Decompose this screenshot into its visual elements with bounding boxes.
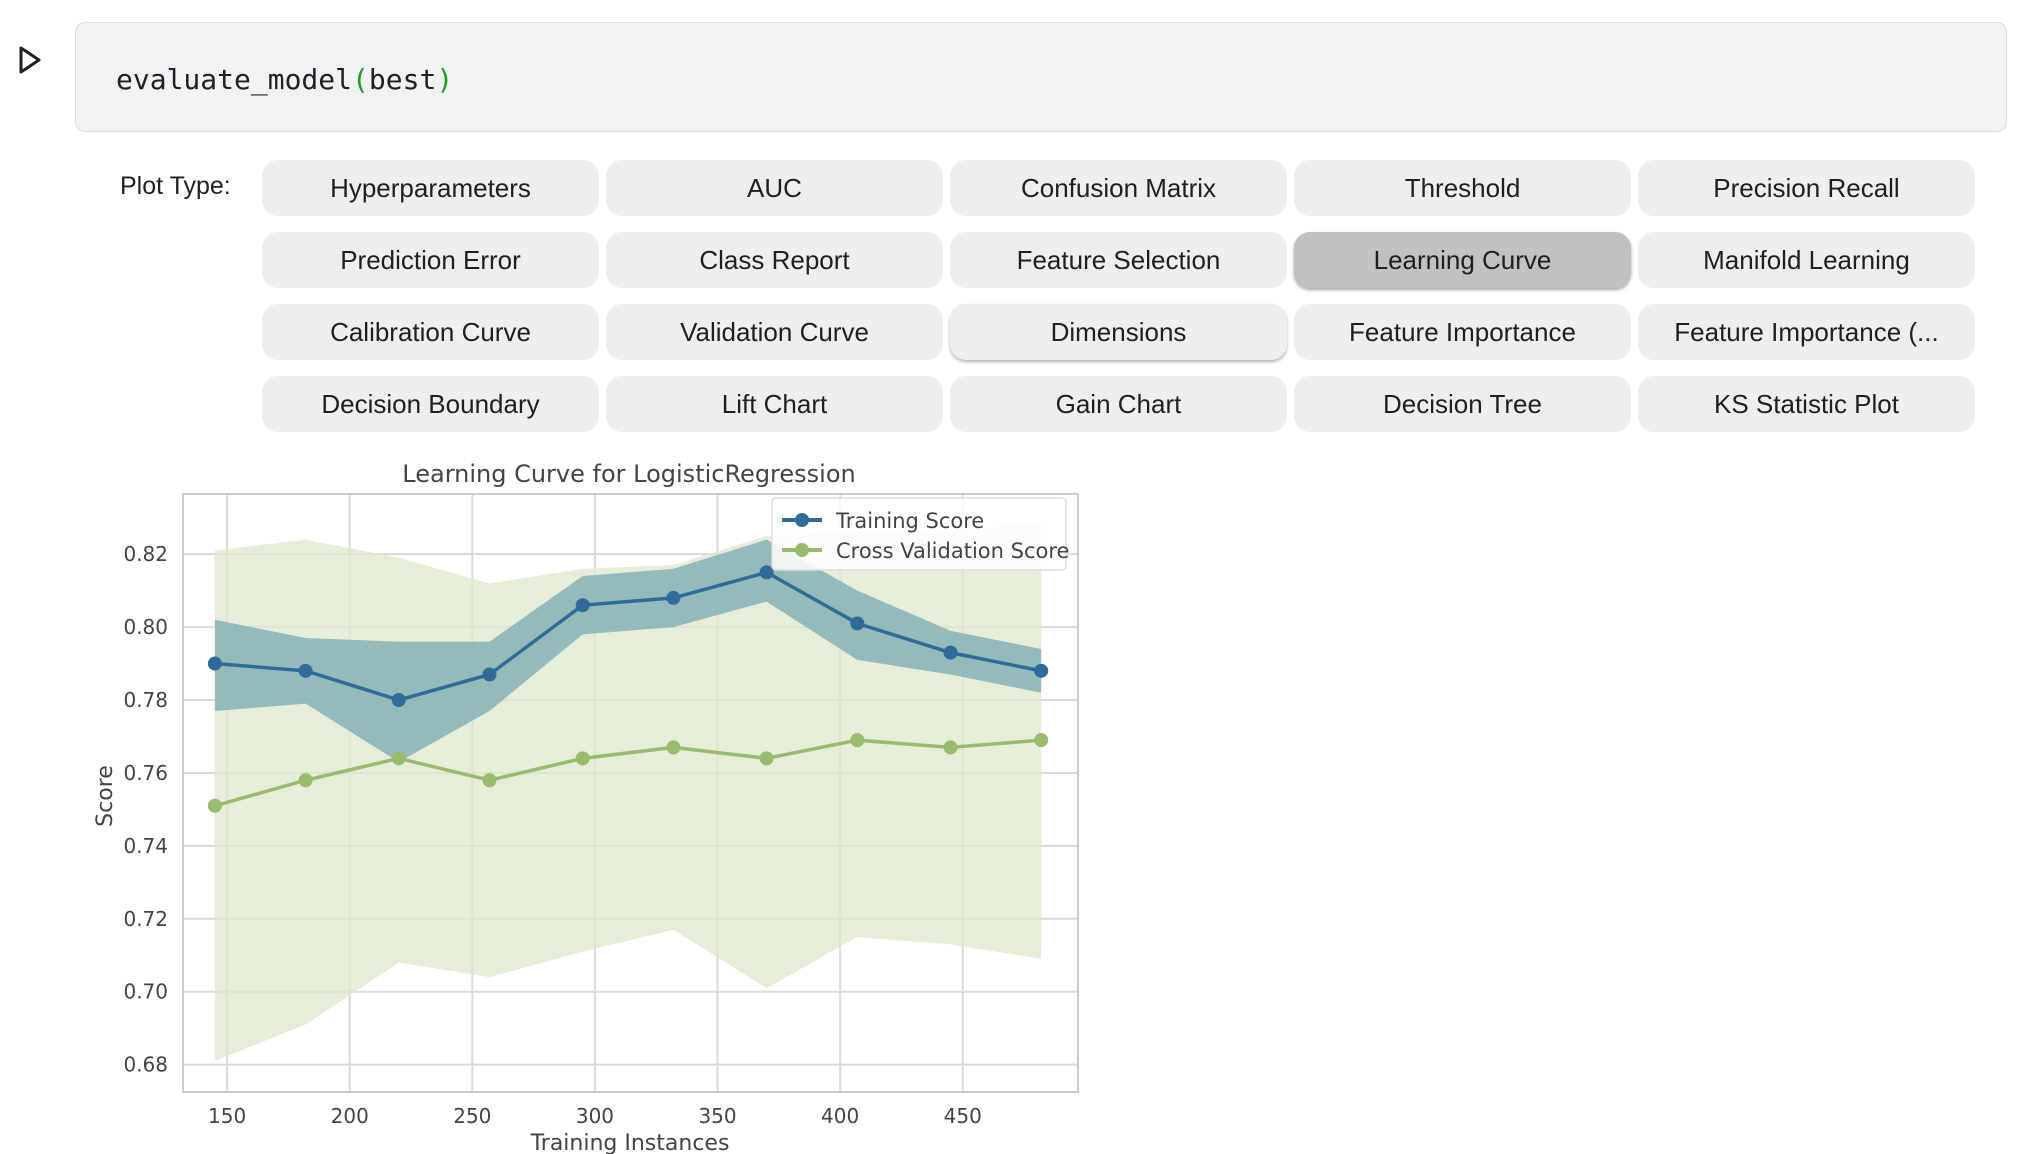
plot-btn-hyperparameters[interactable]: Hyperparameters [262, 160, 599, 216]
plot-btn-feature-importance[interactable]: Feature Importance [1294, 304, 1631, 360]
y-tick-label: 0.72 [123, 907, 168, 931]
plot-btn-decision-tree[interactable]: Decision Tree [1294, 376, 1631, 432]
code-line: evaluate_model(best) [116, 63, 453, 96]
y-tick-label: 0.82 [123, 542, 168, 566]
plot-btn-decision-boundary[interactable]: Decision Boundary [262, 376, 599, 432]
data-point [482, 667, 497, 682]
data-point [666, 590, 681, 605]
data-point [207, 656, 222, 671]
x-tick-label: 200 [331, 1104, 369, 1128]
plot-btn-class-report[interactable]: Class Report [606, 232, 943, 288]
code-close-paren: ) [436, 63, 454, 96]
data-point [850, 733, 865, 748]
plot-btn-confusion-matrix[interactable]: Confusion Matrix [950, 160, 1287, 216]
x-tick-label: 250 [453, 1104, 491, 1128]
play-icon [19, 46, 41, 74]
y-tick-label: 0.80 [123, 615, 168, 639]
x-tick-label: 300 [576, 1104, 614, 1128]
y-tick-label: 0.70 [123, 980, 168, 1004]
code-function-name: evaluate_model [116, 63, 353, 96]
x-tick-label: 350 [698, 1104, 736, 1128]
chart-legend: Training Score Cross Validation Score [771, 497, 1069, 571]
data-point [391, 751, 406, 766]
y-tick-label: 0.74 [123, 834, 168, 858]
plot-type-button-grid: Hyperparameters AUC Confusion Matrix Thr… [262, 160, 1975, 432]
x-tick-label: 450 [944, 1104, 982, 1128]
plot-btn-manifold-learning[interactable]: Manifold Learning [1638, 232, 1975, 288]
data-point [943, 740, 958, 755]
plot-btn-validation-curve[interactable]: Validation Curve [606, 304, 943, 360]
plot-btn-learning-curve[interactable]: Learning Curve [1294, 232, 1631, 288]
legend-marker-training [795, 513, 809, 527]
plot-btn-feature-importance-all[interactable]: Feature Importance (... [1638, 304, 1975, 360]
x-tick-label: 400 [821, 1104, 859, 1128]
plot-btn-feature-selection[interactable]: Feature Selection [950, 232, 1287, 288]
data-point [850, 616, 865, 631]
y-axis-label: Score [93, 765, 118, 827]
data-point [298, 663, 313, 678]
y-tick-label: 0.78 [123, 688, 168, 712]
code-cell[interactable]: evaluate_model(best) [75, 22, 2007, 132]
data-point [482, 773, 497, 788]
x-tick-label: 150 [208, 1104, 246, 1128]
data-point [943, 645, 958, 660]
legend-marker-cv [795, 543, 809, 557]
data-point [759, 751, 774, 766]
plot-btn-ks-statistic-plot[interactable]: KS Statistic Plot [1638, 376, 1975, 432]
data-point [666, 740, 681, 755]
x-axis-label: Training Instances [530, 1131, 730, 1154]
legend-label-training: Training Score [835, 509, 984, 533]
plot-btn-gain-chart[interactable]: Gain Chart [950, 376, 1287, 432]
plot-btn-threshold[interactable]: Threshold [1294, 160, 1631, 216]
code-open-paren: ( [352, 63, 369, 96]
data-point [391, 693, 406, 708]
data-point [1034, 663, 1049, 678]
chart-title: Learning Curve for LogisticRegression [402, 460, 855, 488]
data-point [575, 751, 590, 766]
plot-btn-prediction-error[interactable]: Prediction Error [262, 232, 599, 288]
legend-label-cv: Cross Validation Score [836, 539, 1069, 563]
plot-btn-calibration-curve[interactable]: Calibration Curve [262, 304, 599, 360]
plot-btn-auc[interactable]: AUC [606, 160, 943, 216]
plot-btn-lift-chart[interactable]: Lift Chart [606, 376, 943, 432]
data-point [207, 798, 222, 813]
data-point [575, 598, 590, 613]
code-argument: best [368, 63, 437, 96]
plot-btn-dimensions[interactable]: Dimensions [950, 304, 1287, 360]
y-tick-label: 0.68 [123, 1053, 168, 1077]
data-point [1034, 733, 1049, 748]
learning-curve-chart: Learning Curve for LogisticRegression 15… [93, 460, 1079, 1154]
data-point [298, 773, 313, 788]
plot-btn-precision-recall[interactable]: Precision Recall [1638, 160, 1975, 216]
y-tick-label: 0.76 [123, 761, 168, 785]
plot-type-label: Plot Type: [120, 172, 231, 200]
run-cell-button[interactable] [10, 40, 50, 80]
